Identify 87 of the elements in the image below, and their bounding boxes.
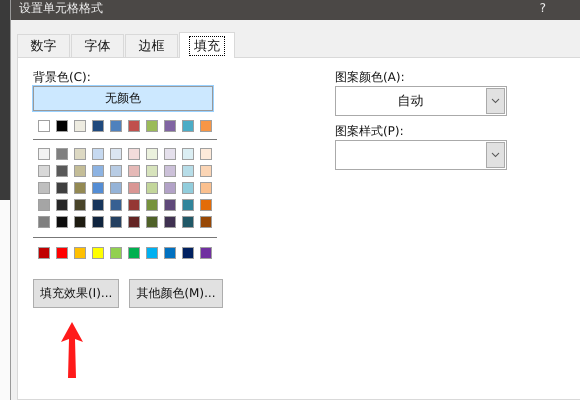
field-label: 图案颜色(A): <box>335 70 406 84</box>
color-swatch[interactable] <box>92 165 104 177</box>
color-swatch[interactable] <box>56 120 68 132</box>
tab[interactable]: 数字 <box>17 34 70 57</box>
color-swatch[interactable] <box>164 120 176 132</box>
color-swatch[interactable] <box>110 247 122 259</box>
color-swatch[interactable] <box>146 182 158 194</box>
color-swatch[interactable] <box>128 165 140 177</box>
tab[interactable]: 填充 <box>179 32 235 58</box>
color-swatch[interactable] <box>110 182 122 194</box>
color-swatch[interactable] <box>92 199 104 211</box>
color-swatch[interactable] <box>92 216 104 228</box>
color-swatch[interactable] <box>200 182 212 194</box>
color-swatch[interactable] <box>164 199 176 211</box>
color-swatch[interactable] <box>74 148 86 160</box>
color-swatch[interactable] <box>146 199 158 211</box>
color-swatch[interactable] <box>164 182 176 194</box>
color-swatch[interactable] <box>110 165 122 177</box>
color-swatch[interactable] <box>56 165 68 177</box>
color-swatch[interactable] <box>182 120 194 132</box>
field-label: 背景色(C): <box>33 70 92 84</box>
color-swatch[interactable] <box>182 165 194 177</box>
color-swatch[interactable] <box>146 216 158 228</box>
color-swatch[interactable] <box>164 247 176 259</box>
color-swatch[interactable] <box>56 199 68 211</box>
color-swatch[interactable] <box>164 216 176 228</box>
color-swatch[interactable] <box>92 247 104 259</box>
color-swatch[interactable] <box>182 216 194 228</box>
color-swatch[interactable] <box>164 148 176 160</box>
color-swatch[interactable] <box>92 182 104 194</box>
help-button[interactable]: ? <box>540 1 546 15</box>
color-swatch[interactable] <box>200 216 212 228</box>
color-swatch[interactable] <box>200 120 212 132</box>
color-swatch[interactable] <box>38 165 50 177</box>
color-swatch[interactable] <box>38 247 50 259</box>
color-swatch[interactable] <box>56 216 68 228</box>
color-swatch[interactable] <box>128 247 140 259</box>
dialog-button[interactable]: 填充效果(I)... <box>33 279 120 308</box>
color-swatch[interactable] <box>164 165 176 177</box>
color-swatch[interactable] <box>110 120 122 132</box>
color-swatch[interactable] <box>92 120 104 132</box>
color-swatch[interactable] <box>110 216 122 228</box>
color-swatch[interactable] <box>38 148 50 160</box>
color-swatch[interactable] <box>38 216 50 228</box>
color-swatch[interactable] <box>74 216 86 228</box>
color-swatch[interactable] <box>74 247 86 259</box>
color-swatch[interactable] <box>74 182 86 194</box>
color-swatch[interactable] <box>128 199 140 211</box>
color-swatch[interactable] <box>56 148 68 160</box>
color-swatch[interactable] <box>92 148 104 160</box>
color-swatch[interactable] <box>200 148 212 160</box>
color-swatch[interactable] <box>74 165 86 177</box>
color-swatch[interactable] <box>146 120 158 132</box>
color-swatch[interactable] <box>200 199 212 211</box>
dialog-button[interactable]: 其他颜色(M)... <box>129 279 223 308</box>
color-swatch[interactable] <box>146 165 158 177</box>
dropdown-field[interactable]: 自动 <box>335 86 507 116</box>
color-swatch[interactable] <box>110 199 122 211</box>
color-swatch[interactable] <box>56 182 68 194</box>
dropdown-field[interactable] <box>335 140 507 170</box>
color-swatch[interactable] <box>38 120 50 132</box>
color-swatch[interactable] <box>182 199 194 211</box>
color-swatch[interactable] <box>200 247 212 259</box>
color-swatch[interactable] <box>110 148 122 160</box>
color-swatch[interactable] <box>56 247 68 259</box>
color-swatch[interactable] <box>38 199 50 211</box>
field-label: 图案样式(P): <box>335 124 405 138</box>
window-title: 设置单元格格式 <box>19 1 103 15</box>
chevron-down-icon <box>491 98 500 104</box>
color-swatch[interactable] <box>182 247 194 259</box>
tab[interactable]: 字体 <box>71 34 124 57</box>
color-swatch[interactable] <box>128 182 140 194</box>
no-color-button[interactable]: 无颜色 <box>33 86 213 111</box>
color-swatch[interactable] <box>146 148 158 160</box>
color-swatch[interactable] <box>182 148 194 160</box>
color-swatch[interactable] <box>146 247 158 259</box>
tab[interactable]: 边框 <box>125 34 178 57</box>
color-swatch[interactable] <box>128 216 140 228</box>
color-swatch[interactable] <box>182 182 194 194</box>
color-swatch[interactable] <box>74 199 86 211</box>
color-swatch[interactable] <box>74 120 86 132</box>
color-swatch[interactable] <box>200 165 212 177</box>
color-swatch[interactable] <box>128 148 140 160</box>
color-swatch[interactable] <box>128 120 140 132</box>
arrow-annotation <box>59 320 85 380</box>
color-swatch[interactable] <box>38 182 50 194</box>
chevron-down-icon <box>491 152 500 158</box>
